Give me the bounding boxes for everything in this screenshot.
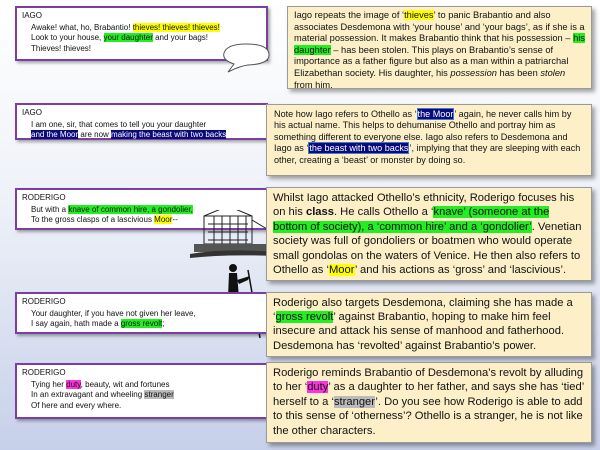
text-run: possession <box>450 67 497 78</box>
note-text: Iago repeats the image of ‘thieves’ to p… <box>294 10 585 91</box>
speaker-name: IAGO <box>22 11 43 20</box>
note-text: Whilst Iago attacked Othello’s ethnicity… <box>273 191 585 277</box>
analysis-note-5: Roderigo reminds Brabantio of Desdemona’… <box>266 362 592 443</box>
text-run: I say again, hath made a <box>31 319 121 328</box>
highlighted-phrase: thieves <box>404 10 434 20</box>
highlighted-phrase: knave of common hire, a gondolier, <box>68 204 193 214</box>
text-run: But with a <box>31 204 69 214</box>
quote-line: Tying her duty, beauty, wit and fortunes <box>22 379 261 391</box>
analysis-note-2: Note how Iago refers to Othello as ‘the … <box>266 104 592 176</box>
quote-line: Awake! what, ho, Brabantio! thieves! thi… <box>22 22 261 34</box>
text-run: In an extravagant and wheeling <box>31 390 145 399</box>
text-run: from him. <box>294 79 333 90</box>
text-run: and your bags! <box>152 33 209 42</box>
highlighted-phrase: gross revolt <box>275 311 334 324</box>
quote-line: and the Moor are now making the beast wi… <box>22 130 261 141</box>
text-run: Your daughter, if you have not given her… <box>31 308 196 318</box>
text-run: Of here and every where. <box>31 400 122 410</box>
text-run: has been <box>496 67 541 78</box>
quote-lines: Your daughter, if you have not given her… <box>22 309 261 330</box>
text-run: -- <box>172 215 178 224</box>
highlighted-phrase: making the beast with two backs <box>111 130 227 139</box>
highlighted-phrase: the Moor <box>416 108 455 120</box>
text-run: Tying her <box>31 379 67 389</box>
text-run: Note how Iago refers to Othello as ‘ <box>274 109 417 119</box>
quote-lines: Tying her duty, beauty, wit and fortunes… <box>22 379 261 412</box>
text-run: Awake! what, ho, Brabantio! <box>31 22 133 32</box>
quote-lines: I am one, sir, that comes to tell you yo… <box>22 120 261 141</box>
analysis-note-4: Roderigo also targets Desdemona, claimin… <box>266 292 592 357</box>
speaker-name: RODERIGO <box>22 368 66 377</box>
highlighted-phrase: stranger <box>333 395 376 408</box>
text-run: are now <box>78 130 112 139</box>
highlighted-phrase: the beast with two backs <box>308 142 410 155</box>
text-run: ’ and his actions as ‘gross’ and ‘lasciv… <box>354 264 567 277</box>
quote-line: I say again, hath made a gross revolt; <box>22 319 261 330</box>
highlighted-phrase: gross revolt <box>120 319 163 328</box>
highlighted-phrase: duty <box>307 381 329 394</box>
highlighted-phrase: and the Moor <box>31 130 79 139</box>
highlighted-phrase: Moor <box>328 264 355 277</box>
highlighted-phrase: duty <box>66 379 81 389</box>
text-run: Iago repeats the image of ‘ <box>294 10 405 20</box>
text-run: ; <box>162 319 165 328</box>
text-run: Thieves! thieves! <box>31 43 92 53</box>
text-run: , beauty, wit and fortunes <box>80 379 170 389</box>
quote-line: Your daughter, if you have not given her… <box>22 309 261 320</box>
analysis-note-1: Iago repeats the image of ‘thieves’ to p… <box>287 6 592 91</box>
highlighted-phrase: thieves! thieves! thieves! <box>132 22 220 32</box>
text-run: I am one, sir, that comes to tell you yo… <box>31 119 207 129</box>
quote-box-iago-2: IAGO I am one, sir, that comes to tell y… <box>15 103 268 140</box>
quote-box-roderigo-3: RODERIGO Tying her duty, beauty, wit and… <box>15 363 268 419</box>
speaker-name: IAGO <box>22 108 43 117</box>
note-text: Roderigo also targets Desdemona, claimin… <box>273 296 585 353</box>
speaker-name: RODERIGO <box>22 297 66 306</box>
highlighted-phrase: Moor <box>154 215 173 224</box>
note-text: Note how Iago refers to Othello as ‘the … <box>274 108 584 166</box>
speech-bubble-icon <box>223 43 270 73</box>
text-run: stolen <box>540 67 566 78</box>
highlighted-phrase: stranger <box>144 390 174 399</box>
quote-line: I am one, sir, that comes to tell you yo… <box>22 120 261 131</box>
highlighted-phrase: your daughter <box>103 33 153 42</box>
text-run: . He calls Othello a ‘ <box>333 206 434 219</box>
text-run: Look to your house, <box>31 33 104 42</box>
quote-box-roderigo-2: RODERIGO Your daughter, if you have not … <box>15 292 268 334</box>
speaker-name: RODERIGO <box>22 193 66 202</box>
quote-line: In an extravagant and wheeling stranger <box>22 390 261 401</box>
analysis-note-3: Whilst Iago attacked Othello’s ethnicity… <box>266 187 592 281</box>
text-run: class <box>305 206 334 219</box>
quote-line: Of here and every where. <box>22 401 261 412</box>
note-text: Roderigo reminds Brabantio of Desdemona’… <box>273 366 585 438</box>
text-run: To the gross clasps of a lascivious <box>31 215 155 224</box>
